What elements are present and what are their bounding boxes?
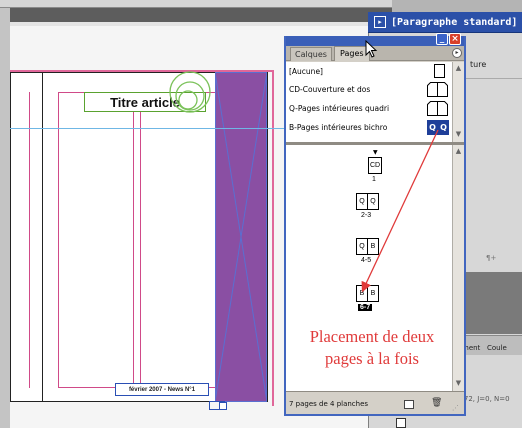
master-label: [Aucune] xyxy=(289,67,323,76)
spread-icon xyxy=(427,82,448,97)
document-window-bar xyxy=(10,8,392,22)
panel-small-checkbox[interactable] xyxy=(396,418,406,428)
master-label: CD-Couverture et dos xyxy=(289,85,371,94)
hidden-panel-text: ture xyxy=(470,60,487,69)
spine-marker-icon: ▼ xyxy=(373,149,378,156)
bleed-guide-right xyxy=(272,70,274,406)
tab-calques[interactable]: Calques xyxy=(290,47,332,61)
panel-collapse-icon[interactable]: ▸ xyxy=(374,16,386,28)
annotation-callout: Placement de deux pages à la fois xyxy=(285,326,459,370)
column-guide xyxy=(133,110,134,388)
spread-icon xyxy=(427,101,448,116)
master-label: B-Pages intérieures bichro xyxy=(289,123,388,132)
footer-text: février 2007 - News N°1 xyxy=(128,386,196,393)
masters-scrollbar[interactable]: ▲ ▼ xyxy=(452,62,464,142)
page-icon: CD xyxy=(368,157,382,174)
panel-divider xyxy=(460,78,522,79)
page-icon: B xyxy=(367,285,379,302)
single-page-icon xyxy=(434,64,445,78)
master-label: Q-Pages intérieures quadri xyxy=(289,104,390,113)
page-icon: B xyxy=(367,238,379,255)
tab-couleur[interactable]: Coule xyxy=(487,344,507,352)
pages-status-text: 7 pages de 4 planches xyxy=(289,400,369,408)
master-item-b[interactable]: B-Pages intérieures bichro Q Q xyxy=(286,120,452,136)
footer-frame-handle xyxy=(219,402,227,410)
master-letter: Q xyxy=(429,123,436,132)
spine-line xyxy=(42,72,43,402)
top-ruler xyxy=(0,0,392,8)
page-number: 2-3 xyxy=(361,212,372,219)
page-number: 1 xyxy=(372,176,376,183)
paragraph-style-name: [Paragraphe standard] xyxy=(391,16,518,28)
margin-guide-left-page xyxy=(10,92,30,388)
margin-guide-right-page xyxy=(58,92,226,388)
resize-grip-icon[interactable]: ⋰ xyxy=(452,404,462,414)
image-frame-placeholder[interactable] xyxy=(215,72,267,402)
pilcrow-icon: ¶+ xyxy=(486,254,497,262)
master-letter: Q xyxy=(440,123,447,132)
trash-icon[interactable]: 🗑 xyxy=(431,398,442,409)
paragraph-styles-header[interactable]: ▸ [Paragraphe standard] xyxy=(368,12,522,33)
annotation-line: Placement de deux xyxy=(309,327,435,346)
column-guide xyxy=(140,110,141,388)
new-page-icon[interactable] xyxy=(404,400,414,409)
selected-master-icon: Q Q xyxy=(427,120,449,135)
scroll-down-icon[interactable]: ▼ xyxy=(454,379,463,388)
scroll-up-icon[interactable]: ▲ xyxy=(454,147,463,156)
close-icon[interactable]: × xyxy=(449,33,461,45)
text-frame-selection-rings-icon xyxy=(169,71,211,113)
page-number: 4-5 xyxy=(361,257,372,264)
page-number-selected: 6-7 xyxy=(358,304,373,311)
scroll-up-icon[interactable]: ▲ xyxy=(454,64,463,73)
document-window-edge xyxy=(10,22,392,26)
master-item-none[interactable]: [Aucune] xyxy=(286,64,452,80)
page-icon: Q xyxy=(367,193,379,210)
pages-panel-footer: 7 pages de 4 planches 🗑 ⋰ xyxy=(286,391,464,414)
masters-list: [Aucune] CD-Couverture et dos Q-Pages in… xyxy=(286,62,452,142)
annotation-line: pages à la fois xyxy=(325,349,419,368)
mouse-cursor-icon xyxy=(365,40,378,58)
minimize-icon[interactable]: _ xyxy=(436,33,448,45)
master-item-q[interactable]: Q-Pages intérieures quadri xyxy=(286,101,452,117)
left-ruler xyxy=(0,8,10,428)
master-item-cd[interactable]: CD-Couverture et dos xyxy=(286,82,452,98)
scroll-down-icon[interactable]: ▼ xyxy=(454,130,463,139)
triangle-right-icon[interactable]: ▸ xyxy=(452,48,462,58)
footer-text-frame[interactable]: février 2007 - News N°1 xyxy=(115,383,209,396)
